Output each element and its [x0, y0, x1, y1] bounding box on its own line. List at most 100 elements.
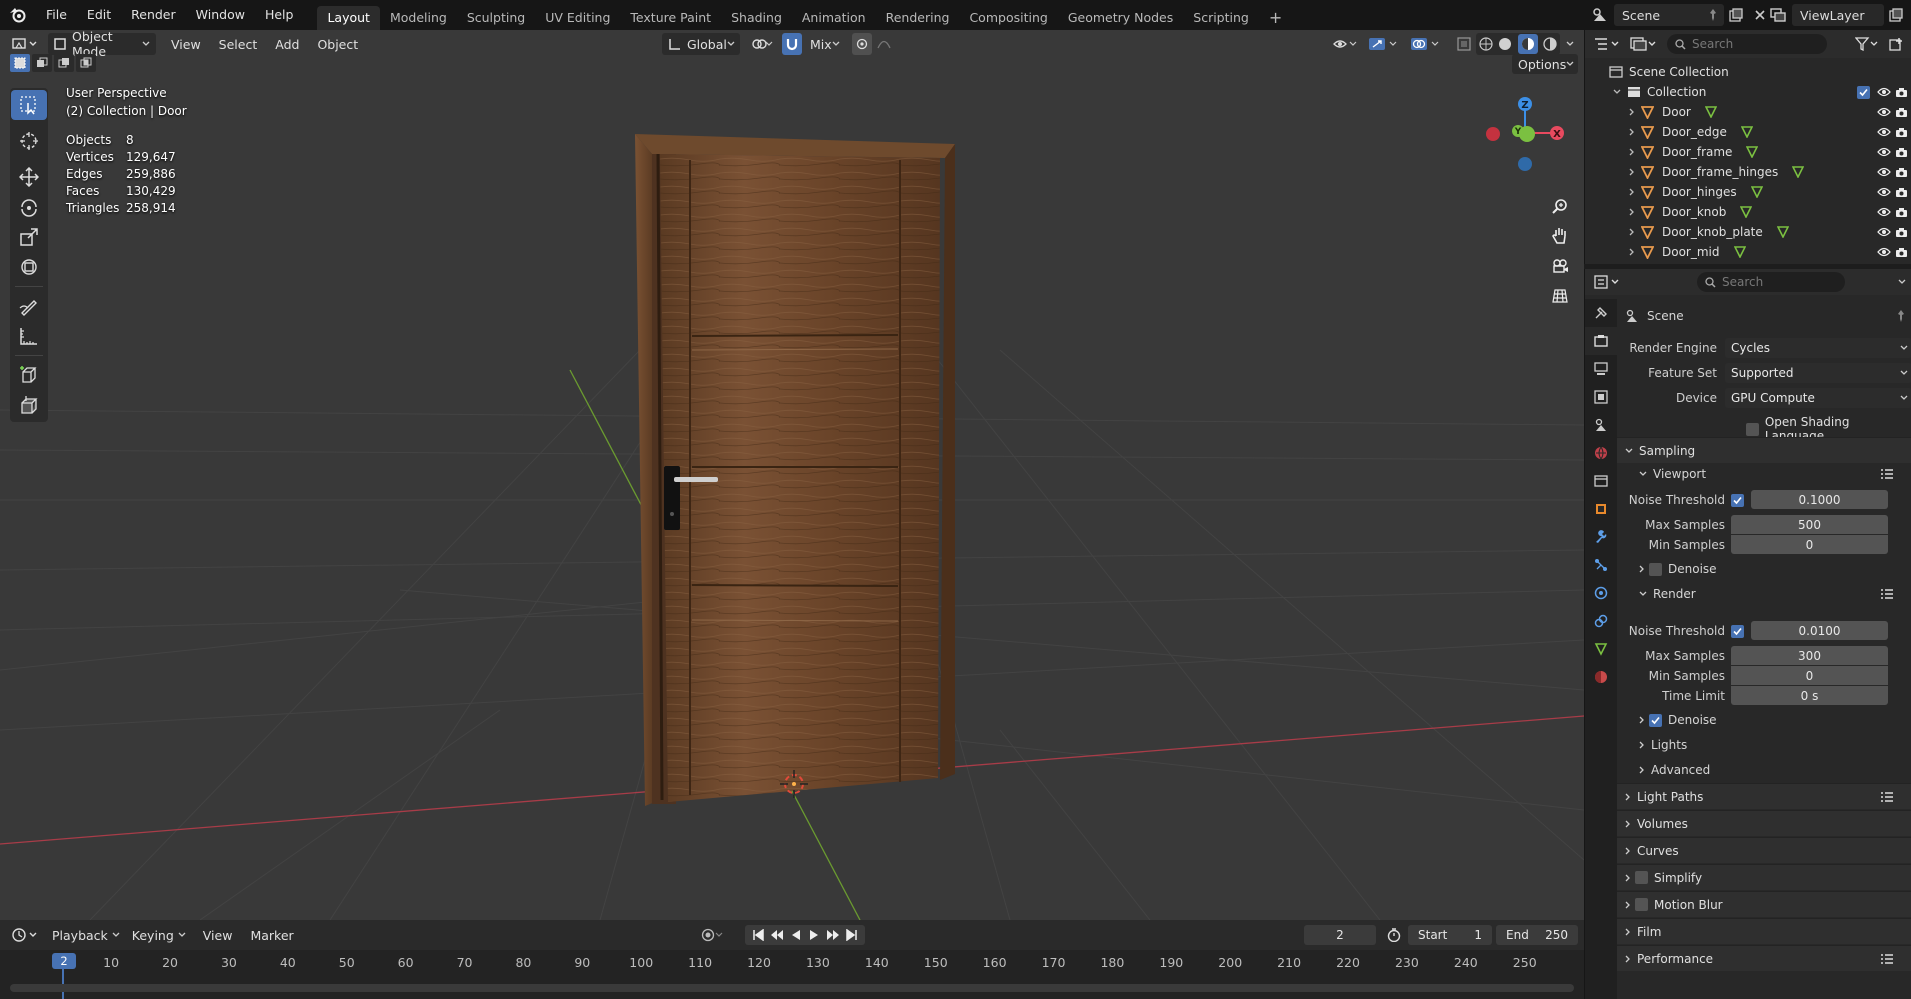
pin-icon[interactable] — [1896, 310, 1906, 322]
mesh-data-icon[interactable] — [1746, 146, 1759, 158]
simplify-panel-header[interactable]: Simplify — [1617, 864, 1911, 890]
timeline-scrollbar[interactable] — [10, 984, 1574, 992]
outliner-object-row[interactable]: Door_mid — [1585, 242, 1911, 262]
presets-list-icon[interactable] — [1880, 953, 1894, 965]
wireframe-shading-icon[interactable] — [1479, 37, 1493, 51]
r-min-samples-field[interactable]: 0 — [1731, 666, 1888, 685]
zoom-icon[interactable] — [1546, 192, 1574, 220]
tab-animation[interactable]: Animation — [792, 6, 876, 30]
tab-texture-paint[interactable]: Texture Paint — [620, 6, 721, 30]
properties-editor-type-icon[interactable] — [1589, 271, 1625, 293]
jump-end-icon[interactable] — [846, 929, 858, 941]
current-frame-field[interactable]: 2 — [1304, 925, 1376, 945]
timeline-editor-type-icon[interactable] — [6, 924, 44, 946]
camera-icon[interactable] — [1895, 107, 1908, 118]
presets-list-icon[interactable] — [1880, 588, 1894, 600]
motion-blur-panel-header[interactable]: Motion Blur — [1617, 891, 1911, 917]
menu-add[interactable]: Add — [266, 37, 308, 52]
eye-icon[interactable] — [1877, 247, 1891, 257]
chevron-right-icon[interactable] — [1629, 188, 1635, 196]
eye-icon[interactable] — [1877, 187, 1891, 197]
vp-denoise-subpanel[interactable]: Denoise — [1617, 558, 1911, 580]
snap-target-dropdown[interactable]: Mix — [804, 33, 846, 55]
overlays-toggle-icon[interactable] — [1406, 33, 1444, 55]
end-frame-field[interactable]: End 250 — [1496, 925, 1578, 945]
r-max-samples-field[interactable]: 300 — [1731, 646, 1888, 665]
r-denoise-subpanel[interactable]: Denoise — [1617, 709, 1911, 731]
extrude-tool-icon[interactable] — [11, 390, 47, 420]
tab-compositing[interactable]: Compositing — [959, 6, 1057, 30]
pan-hand-icon[interactable] — [1546, 222, 1574, 250]
light-paths-panel-header[interactable]: Light Paths — [1617, 783, 1911, 809]
orthographic-grid-icon[interactable] — [1546, 282, 1574, 310]
scale-tool-icon[interactable] — [11, 222, 47, 252]
motion-blur-checkbox[interactable] — [1635, 898, 1648, 911]
device-dropdown[interactable]: GPU Compute — [1725, 388, 1911, 408]
camera-icon[interactable] — [1895, 147, 1908, 158]
proportional-edit-icon[interactable] — [852, 33, 872, 55]
menu-timeline-view[interactable]: View — [194, 928, 242, 943]
visibility-selectability-icon[interactable] — [1328, 33, 1362, 55]
tab-uv-editing[interactable]: UV Editing — [535, 6, 620, 30]
measure-tool-icon[interactable] — [11, 321, 47, 351]
move-tool-icon[interactable] — [11, 162, 47, 192]
mesh-data-icon[interactable] — [1776, 226, 1789, 238]
cursor-tool-icon[interactable] — [11, 126, 47, 156]
view-layer-tab-icon[interactable] — [1585, 383, 1617, 411]
play-reverse-icon[interactable] — [790, 929, 802, 941]
collection-row[interactable]: Collection — [1585, 82, 1911, 102]
properties-search-input[interactable]: Search — [1697, 272, 1845, 292]
r-denoise-checkbox[interactable] — [1649, 713, 1662, 727]
scene-tab-icon[interactable] — [1585, 411, 1617, 439]
time-limit-field[interactable]: 0 s — [1731, 686, 1888, 705]
camera-icon[interactable] — [1895, 187, 1908, 198]
display-mode-icon[interactable] — [1625, 33, 1661, 55]
material-tab-icon[interactable] — [1585, 663, 1617, 691]
outliner-editor-type-icon[interactable] — [1589, 33, 1625, 55]
outliner-object-row[interactable]: Door_frame — [1585, 142, 1911, 162]
next-keyframe-icon[interactable] — [826, 929, 840, 941]
chevron-right-icon[interactable] — [1629, 148, 1635, 156]
object-tab-icon[interactable] — [1585, 495, 1617, 523]
options-dropdown[interactable]: Options — [1512, 54, 1578, 74]
tool-tab-icon[interactable] — [1585, 299, 1617, 327]
tab-sculpting[interactable]: Sculpting — [457, 6, 535, 30]
new-view-layer-icon[interactable] — [1884, 4, 1908, 26]
vp-denoise-checkbox[interactable] — [1649, 562, 1662, 576]
scene-type-icon[interactable] — [1586, 4, 1614, 26]
data-tab-icon[interactable] — [1585, 635, 1617, 663]
xray-toggle-icon[interactable] — [1454, 33, 1474, 55]
snap-toggle-icon[interactable] — [782, 33, 802, 55]
camera-icon[interactable] — [1895, 87, 1908, 98]
filter-icon[interactable] — [1850, 33, 1884, 55]
editor-type-icon[interactable] — [6, 33, 44, 55]
eye-icon[interactable] — [1877, 107, 1891, 117]
select-new-icon[interactable] — [10, 54, 30, 72]
tab-modeling[interactable]: Modeling — [380, 6, 457, 30]
chevron-right-icon[interactable] — [1629, 128, 1635, 136]
view-layer-icon[interactable] — [1764, 4, 1792, 26]
select-extend-icon[interactable] — [32, 54, 52, 72]
mesh-data-icon[interactable] — [1740, 206, 1753, 218]
modifiers-tab-icon[interactable] — [1585, 523, 1617, 551]
outliner-object-row[interactable]: Door_frame_hinges — [1585, 162, 1911, 182]
material-shading-icon[interactable] — [1517, 34, 1538, 54]
sampling-panel-header[interactable]: Sampling — [1617, 437, 1911, 463]
eye-icon[interactable] — [1877, 87, 1891, 97]
rotate-tool-icon[interactable] — [11, 192, 47, 222]
chevron-right-icon[interactable] — [1629, 228, 1635, 236]
r-noise-threshold-checkbox[interactable] — [1731, 625, 1744, 638]
chevron-right-icon[interactable] — [1629, 208, 1635, 216]
add-workspace-plus-icon[interactable]: + — [1259, 6, 1292, 30]
play-icon[interactable] — [808, 929, 820, 941]
3d-viewport[interactable]: Object Mode View Select Add Object Globa… — [0, 30, 1584, 920]
menu-playback[interactable]: Playback — [44, 928, 112, 943]
eye-icon[interactable] — [1877, 147, 1891, 157]
annotate-tool-icon[interactable] — [11, 291, 47, 321]
door-model[interactable] — [635, 134, 955, 806]
transform-tool-icon[interactable] — [11, 252, 47, 282]
chevron-down-icon[interactable] — [1898, 279, 1906, 285]
constraints-tab-icon[interactable] — [1585, 607, 1617, 635]
navigation-gizmo[interactable]: Z X Y — [1480, 86, 1570, 176]
eye-icon[interactable] — [1877, 227, 1891, 237]
